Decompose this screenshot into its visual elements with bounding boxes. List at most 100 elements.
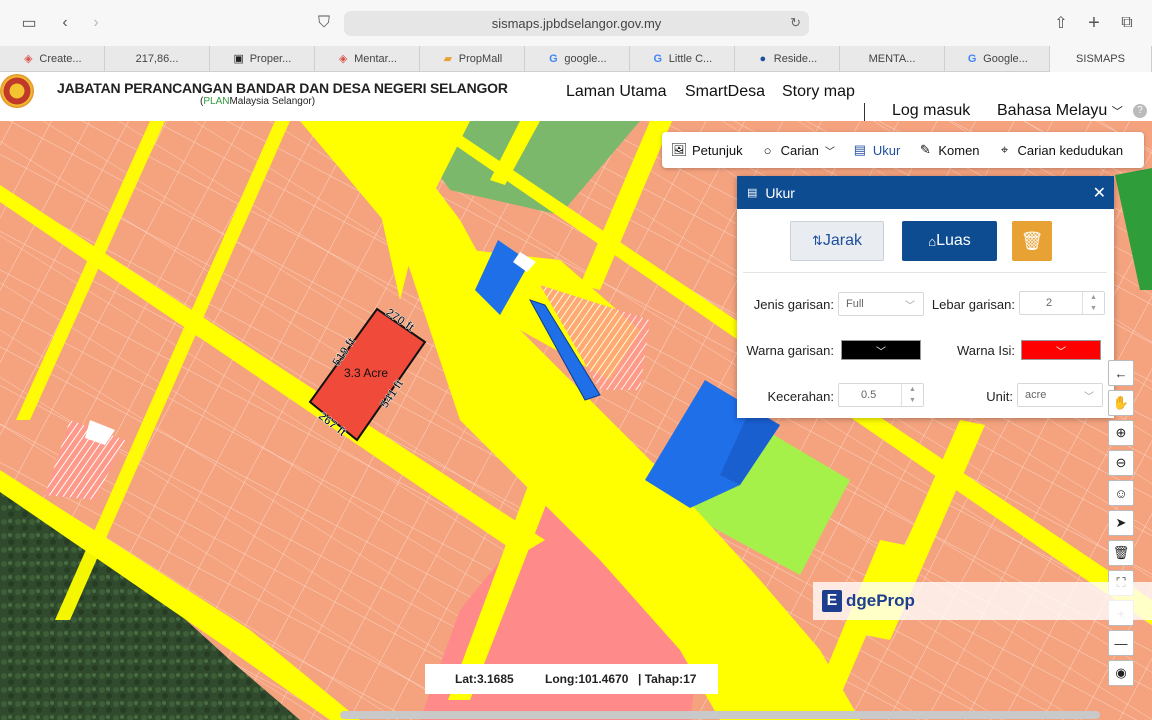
tab-favicon-icon: ◈: [24, 53, 33, 65]
tab-favicon-icon: ▰: [443, 53, 453, 65]
browser-toolbar: ▭ ‹ › ⛉ sismaps.jpbdselangor.gov.my ↻ ⇧ …: [0, 0, 1152, 46]
edgeprop-logo: E: [822, 590, 842, 612]
state-logo: [0, 74, 34, 108]
fill-color-picker[interactable]: ﹀: [1021, 340, 1101, 360]
new-tab-icon[interactable]: +: [1083, 12, 1105, 34]
zoom-out-icon[interactable]: ⊖: [1108, 450, 1134, 476]
back-icon[interactable]: ‹: [54, 12, 76, 34]
browser-tab[interactable]: Ggoogle...: [525, 46, 630, 72]
toolbar-carian-kedudukan[interactable]: ⌖ Carian kedudukan: [998, 142, 1123, 158]
language-select[interactable]: Bahasa Melayu ﹀: [997, 102, 1123, 120]
zoom-level-value: | Tahap:17: [638, 672, 697, 686]
map-toolbar: 🖼 Petunjuk ○ Carian ﹀ ▤ Ukur ✎ Komen ⌖ Carian …: [662, 132, 1144, 168]
chevron-down-icon: ﹀: [876, 346, 886, 358]
image-icon: 🖼: [670, 142, 688, 157]
edgeprop-watermark: E dgeProp: [813, 582, 1152, 620]
line-width-label: Lebar garisan:: [931, 297, 1015, 312]
toolbar-carian[interactable]: ○ Carian ﹀: [761, 143, 835, 158]
browser-tab[interactable]: G Little C...: [630, 46, 735, 72]
unit-select[interactable]: acre ﹀: [1017, 383, 1103, 407]
nav-laman-utama[interactable]: Laman Utama: [566, 83, 667, 101]
browser-tab[interactable]: G Google...: [945, 46, 1050, 72]
browser-tab-active[interactable]: SISMAPS: [1050, 46, 1152, 72]
chevron-down-icon: ﹀: [1056, 346, 1066, 358]
sidebar-toggle-icon[interactable]: ▭: [18, 12, 40, 34]
browser-tab[interactable]: 217,86...: [105, 46, 210, 72]
tab-overview-icon[interactable]: ⧉: [1116, 12, 1138, 34]
google-icon: G: [653, 53, 663, 65]
user-icon[interactable]: ☺: [1108, 480, 1134, 506]
trash-icon[interactable]: 🗑: [1108, 540, 1134, 566]
ruler-icon: ▤: [747, 187, 758, 199]
area-icon: ⌂: [928, 233, 937, 249]
help-icon[interactable]: ?: [1133, 104, 1147, 118]
browser-tab[interactable]: ▰ PropMall: [420, 46, 525, 72]
line-width-input[interactable]: 2 ▲ ▼: [1019, 291, 1105, 315]
line-type-label: Jenis garisan:: [753, 297, 834, 312]
google-icon: G: [549, 53, 558, 65]
trash-icon: 🗑: [1020, 230, 1044, 251]
minus-icon[interactable]: —: [1108, 630, 1134, 656]
location-pin-icon: ●: [759, 53, 767, 65]
tab-bar: ◈ Create... 217,86... ▣ Proper... ◈ Mentar.…: [0, 46, 1152, 72]
nav-smartdesa[interactable]: SmartDesa: [685, 83, 765, 101]
line-type-select[interactable]: Full ﹀: [838, 292, 924, 316]
url-text: sismaps.jpbdselangor.gov.my: [491, 16, 662, 31]
toolbar-ukur[interactable]: ▤ Ukur: [853, 142, 901, 158]
horizontal-scrollbar[interactable]: [340, 711, 1100, 719]
measure-panel-title: Ukur: [765, 184, 795, 201]
clear-measure-button[interactable]: 🗑: [1012, 221, 1052, 261]
share-icon[interactable]: ⇧: [1050, 12, 1072, 34]
collapse-arrow-icon[interactable]: ←: [1108, 360, 1134, 386]
coordinate-readout: Lat:3.1685 Long:101.4670 | Tahap:17: [425, 664, 718, 694]
globe-icon[interactable]: ◉: [1108, 660, 1134, 686]
google-icon: G: [967, 53, 977, 65]
pan-hand-icon[interactable]: ✋: [1108, 390, 1134, 416]
browser-tab[interactable]: ◈ Create...: [0, 46, 105, 72]
tab-favicon-icon: ◈: [338, 53, 348, 65]
longitude-value: Long:101.4670: [545, 672, 629, 686]
browser-tab[interactable]: ● Reside...: [735, 46, 840, 72]
parcel-area-label: 3.3 Acre: [344, 366, 388, 380]
login-link[interactable]: Log masuk: [892, 102, 970, 120]
stepper-icon[interactable]: ▲ ▼: [901, 384, 923, 406]
navigate-icon[interactable]: ➤: [1108, 510, 1134, 536]
site-header: JABATAN PERANCANGAN BANDAR DAN DESA NEGE…: [0, 72, 1152, 121]
forward-icon[interactable]: ›: [85, 12, 107, 34]
browser-tab[interactable]: ▣ Proper...: [210, 46, 315, 72]
nav-story-map[interactable]: Story map: [782, 83, 855, 101]
edit-icon: ✎: [919, 142, 931, 157]
distance-button[interactable]: ⇅ Jarak: [790, 221, 884, 261]
measure-panel: ▤ Ukur ✕ ⇅ Jarak ⌂ Luas 🗑 Jenis garisan: F…: [737, 176, 1114, 418]
panel-divider: [743, 272, 1107, 273]
privacy-shield-icon[interactable]: ⛉: [313, 12, 335, 34]
latitude-value: Lat:3.1685: [455, 672, 514, 686]
stepper-icon[interactable]: ▲ ▼: [1082, 292, 1104, 314]
search-icon: ○: [763, 142, 772, 158]
address-bar[interactable]: sismaps.jpbdselangor.gov.my ↻: [344, 11, 809, 36]
area-button[interactable]: ⌂ Luas: [902, 221, 997, 261]
close-icon[interactable]: ✕: [1093, 183, 1106, 203]
opacity-input[interactable]: 0.5 ▲ ▼: [838, 383, 924, 407]
chevron-down-icon: ﹀: [905, 301, 915, 312]
unit-label: Unit:: [986, 389, 1013, 404]
toolbar-komen[interactable]: ✎ Komen: [918, 142, 980, 158]
chevron-down-icon: ﹀: [1084, 392, 1094, 403]
ruler-icon: ▤: [853, 142, 867, 157]
tab-favicon-icon: ▣: [233, 53, 244, 65]
location-pin-icon: ⌖: [1000, 142, 1009, 157]
zoom-in-icon[interactable]: ⊕: [1108, 420, 1134, 446]
browser-tab[interactable]: ◈ Mentar...: [315, 46, 420, 72]
toolbar-petunjuk[interactable]: 🖼 Petunjuk: [670, 142, 743, 158]
opacity-label: Kecerahan:: [767, 389, 835, 404]
org-subtitle: (PLANMalaysia Selangor): [200, 96, 316, 107]
edgeprop-text: dgeProp: [846, 591, 915, 610]
chevron-down-icon: ﹀: [824, 146, 835, 158]
line-color-label: Warna garisan:: [746, 343, 834, 358]
browser-tab[interactable]: MENTA...: [840, 46, 945, 72]
line-color-picker[interactable]: ﹀: [841, 340, 921, 360]
reload-icon[interactable]: ↻: [790, 15, 801, 31]
fill-color-label: Warna Isi:: [956, 343, 1015, 358]
distance-icon: ⇅: [811, 233, 823, 248]
org-title: JABATAN PERANCANGAN BANDAR DAN DESA NEGE…: [57, 80, 508, 96]
